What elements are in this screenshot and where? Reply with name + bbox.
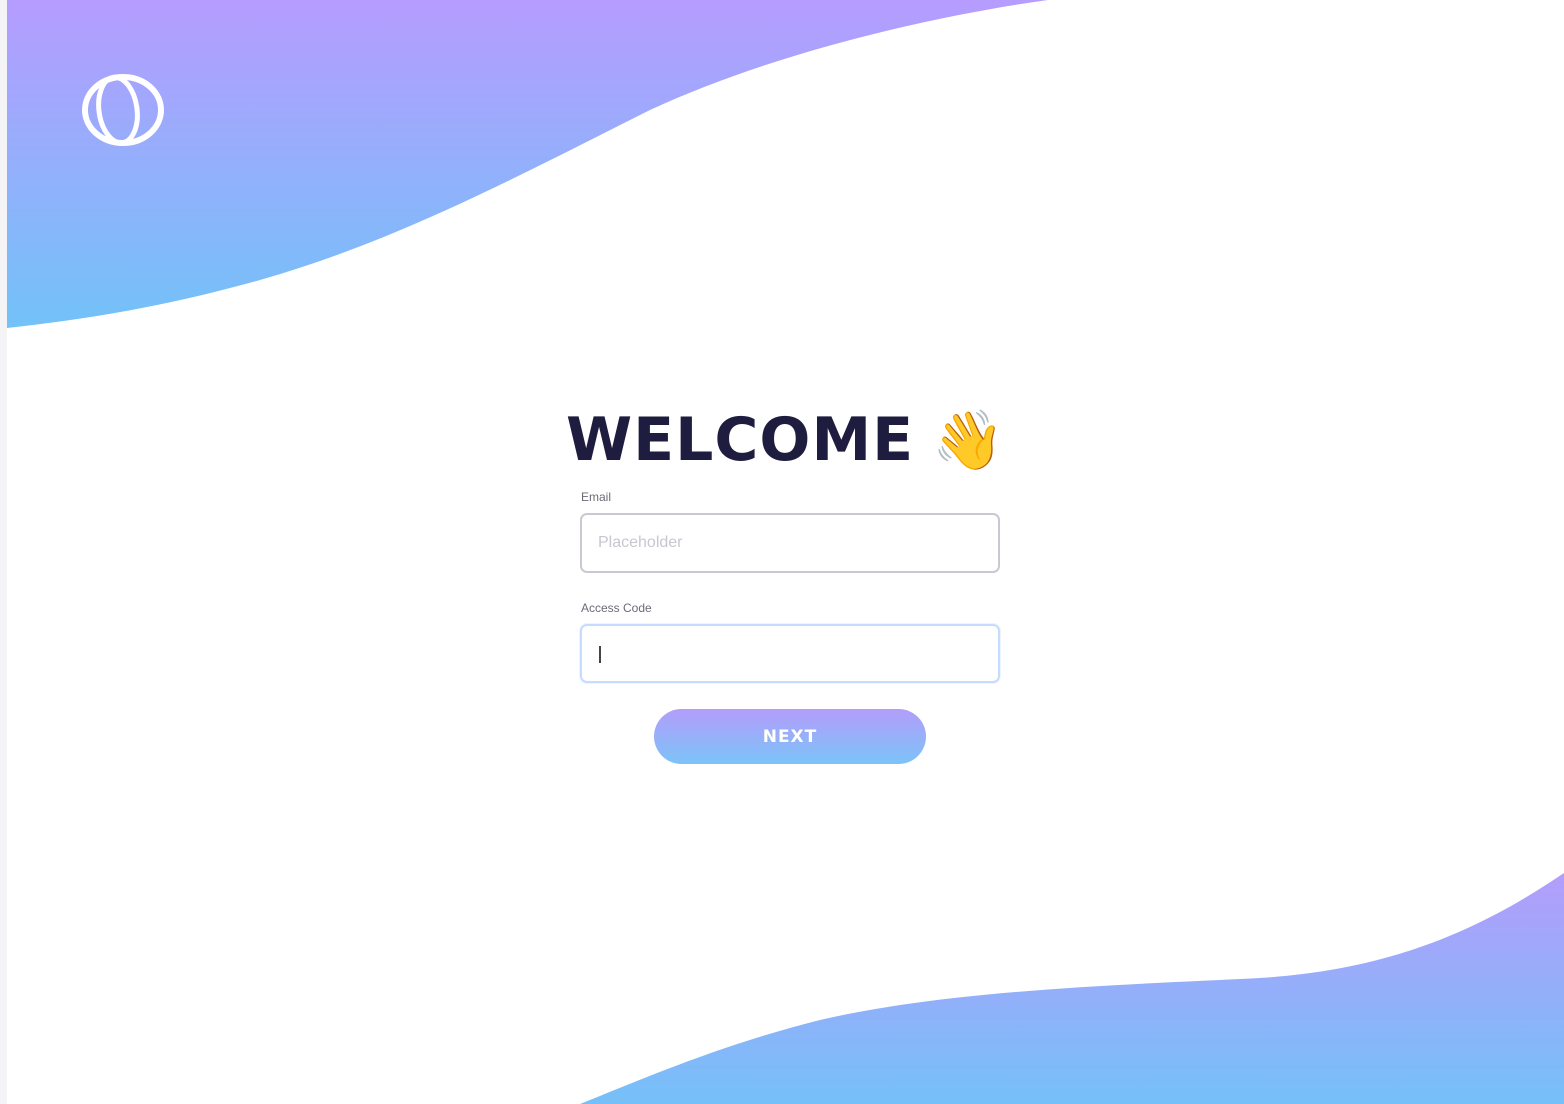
email-input[interactable] [580, 513, 1000, 573]
text-cursor [599, 646, 601, 663]
page-title: WELCOME 👋 [566, 400, 1004, 480]
welcome-heading: WELCOME [566, 405, 915, 475]
access-code-label: Access Code [581, 601, 652, 615]
next-button[interactable]: NEXT [654, 709, 926, 764]
login-form: WELCOME 👋 Email Access Code NEXT [0, 0, 1564, 1104]
email-label: Email [581, 490, 612, 504]
access-code-input[interactable] [580, 624, 1000, 683]
login-page: WELCOME 👋 Email Access Code NEXT [0, 0, 1564, 1104]
waving-hand-icon: 👋 [932, 406, 1005, 474]
